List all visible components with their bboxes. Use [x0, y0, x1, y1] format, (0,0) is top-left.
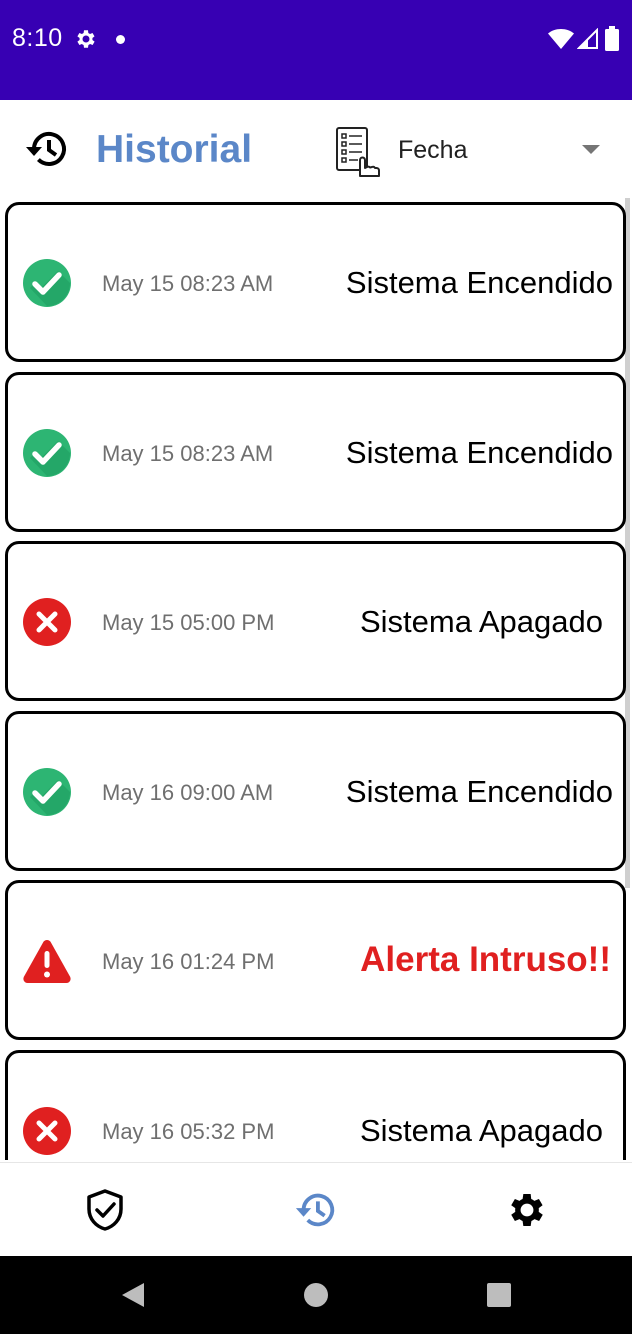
- app-screen: 8:10 Historial Fecha May 15 08:23 AM Sis…: [0, 0, 632, 1334]
- wifi-icon: [548, 29, 574, 49]
- nav-security[interactable]: [0, 1163, 210, 1257]
- notification-dot-icon: [116, 35, 125, 44]
- status-bar: 8:10: [0, 0, 632, 100]
- status-time: 8:10: [12, 24, 63, 52]
- history-card[interactable]: May 16 09:00 AM Sistema Encendido: [5, 710, 626, 871]
- event-message: Alerta Intruso!!: [360, 940, 611, 979]
- header: Historial Fecha: [0, 100, 632, 198]
- history-list[interactable]: May 15 08:23 AM Sistema Encendido May 15 …: [0, 198, 632, 1160]
- gear-icon: [511, 1194, 543, 1226]
- filter-dropdown-value[interactable]: Fecha: [398, 136, 467, 165]
- event-time: May 16 05:32 PM: [102, 1118, 275, 1144]
- bottom-navigation: [0, 1162, 632, 1256]
- error-x-icon: [23, 1106, 71, 1155]
- error-x-icon: [23, 598, 71, 646]
- warning-triangle-icon: [23, 940, 71, 983]
- check-circle-icon: [23, 259, 71, 307]
- page-title: Historial: [96, 128, 253, 171]
- gear-icon: [77, 30, 95, 48]
- check-circle-icon: [23, 767, 71, 816]
- event-message: Sistema Encendido: [345, 434, 613, 470]
- event-time: May 15 05:00 PM: [102, 610, 275, 635]
- history-card[interactable]: May 16 01:24 PM Alerta Intruso!!: [5, 880, 626, 1040]
- event-message: Sistema Encendido: [345, 265, 613, 300]
- system-navigation-bar: [0, 1256, 632, 1334]
- event-message: Sistema Encendido: [345, 773, 613, 809]
- back-icon[interactable]: [118, 1280, 148, 1310]
- history-icon: [26, 132, 66, 166]
- event-time: May 16 01:24 PM: [102, 949, 275, 974]
- chevron-down-icon[interactable]: [582, 145, 600, 154]
- event-message: Sistema Apagado: [359, 1112, 603, 1148]
- battery-icon: [605, 26, 619, 51]
- home-icon[interactable]: [301, 1280, 331, 1310]
- signal-icon: [577, 28, 598, 49]
- event-time: May 15 08:23 AM: [102, 440, 274, 466]
- history-card[interactable]: May 15 05:00 PM Sistema Apagado: [5, 541, 626, 701]
- history-card[interactable]: May 15 08:23 AM Sistema Encendido: [5, 371, 626, 532]
- history-card[interactable]: May 16 05:32 PM Sistema Apagado: [5, 1049, 626, 1160]
- event-time: May 15 08:23 AM: [102, 271, 274, 296]
- checklist-filter-icon[interactable]: [334, 126, 380, 178]
- shield-check-icon: [87, 1189, 123, 1231]
- history-icon: [295, 1193, 335, 1227]
- check-circle-icon: [23, 428, 71, 477]
- history-card[interactable]: May 15 08:23 AM Sistema Encendido: [5, 202, 626, 362]
- nav-history[interactable]: [211, 1163, 421, 1257]
- event-message: Sistema Apagado: [359, 604, 603, 639]
- recents-icon[interactable]: [484, 1280, 514, 1310]
- event-time: May 16 09:00 AM: [102, 779, 274, 805]
- nav-settings[interactable]: [422, 1163, 632, 1257]
